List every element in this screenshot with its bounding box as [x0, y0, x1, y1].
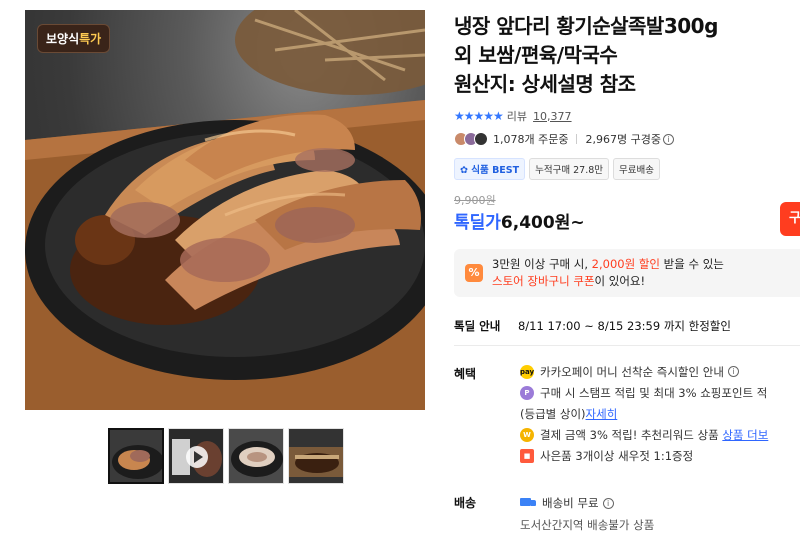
benefit-gift: ■ 사은품 3개이상 새우젓 1:1증정 — [520, 448, 768, 469]
info-icon[interactable]: i — [662, 133, 674, 145]
benefit-text: 결제 금액 3% 적립! 추천리워드 상품 — [540, 428, 719, 442]
reward-icon: W — [520, 428, 534, 442]
thumbnail-3[interactable] — [228, 428, 284, 484]
star-rating-icon: ★★★★★ — [454, 109, 504, 123]
badge-highlight: 특가 — [79, 32, 102, 46]
thumbnail-1-image — [110, 430, 162, 482]
deal-period: 8/11 17:00 ~ 8/15 23:59 까지 한정할인 — [517, 319, 731, 333]
coupon-banner[interactable]: % 3만원 이상 구매 시, 2,000원 할인 받을 수 있는 스토어 장바구… — [454, 249, 800, 297]
deal-price: 톡딜가6,400원~ — [454, 208, 585, 233]
tag-cumulative-sales: 누적구매 27.8만 — [529, 158, 609, 180]
more-products-link[interactable]: 상품 더보 — [722, 427, 768, 443]
deal-label: 톡딜 안내 — [454, 319, 501, 333]
original-price: 9,900원 — [454, 194, 496, 207]
product-title-line-2: 외 보쌈/편육/막국수 — [454, 43, 618, 67]
product-title-line-1: 냉장 앞다리 황기순살족발300g — [454, 14, 718, 38]
thumbnail-4-image — [289, 429, 343, 483]
benefits-list: pay 카카오페이 머니 선착순 즉시할인 안내 i P 구매 시 스탬프 적립… — [520, 364, 768, 469]
product-main-image[interactable]: 보양식특가 — [25, 10, 425, 410]
thumbnail-4[interactable] — [288, 428, 344, 484]
divider — [454, 345, 800, 346]
benefit-sub-row: (등급별 상이) 자세히 — [520, 406, 768, 427]
benefit-text: 사은품 3개이상 새우젓 1:1증정 — [540, 449, 694, 463]
details-link[interactable]: 자세히 — [586, 406, 618, 422]
thumbnail-1[interactable] — [108, 428, 164, 484]
shipping-label: 배송 — [454, 496, 477, 510]
gift-icon: ■ — [520, 449, 534, 463]
tag-label: 식품 BEST — [471, 165, 520, 176]
coupon-amount: 2,000원 할인 — [591, 257, 660, 271]
coupon-text: 이 있어요! — [594, 274, 646, 288]
info-icon[interactable]: i — [602, 497, 614, 509]
badge-text: 보양식 — [46, 32, 80, 46]
play-icon — [186, 446, 208, 468]
deal-info: 톡딜 안내 8/11 17:00 ~ 8/15 23:59 까지 한정할인 — [454, 318, 731, 334]
benefit-stamp-points: P 구매 시 스탬프 적립 및 최대 3% 쇼핑포인트 적 — [520, 385, 768, 406]
avatar — [474, 132, 488, 146]
price-value: 6,400원~ — [500, 213, 585, 233]
rating-row[interactable]: ★★★★★ 리뷰 10,377 — [454, 108, 572, 124]
shipping-fee: 배송비 무료 — [542, 496, 599, 510]
order-count: 1,078개 주문중 — [493, 133, 569, 146]
discount-percent-icon: % — [465, 264, 483, 282]
price-label: 톡딜가 — [454, 213, 501, 233]
thumbnail-3-image — [229, 429, 283, 483]
benefit-text: 카카오페이 머니 선착순 즉시할인 안내 — [540, 365, 724, 379]
product-origin: 원산지: 상세설명 참조 — [454, 72, 636, 96]
special-offer-badge: 보양식특가 — [37, 24, 111, 53]
shipping-note: 도서산간지역 배송불가 상품 — [520, 518, 655, 532]
tag-food-best[interactable]: ✿ 식품 BEST — [454, 158, 526, 180]
truck-icon — [520, 497, 537, 509]
benefits-label: 혜택 — [454, 367, 477, 381]
coupon-name: 스토어 장바구니 쿠폰 — [492, 274, 595, 288]
review-label: 리뷰 — [506, 110, 528, 123]
product-tags: ✿ 식품 BEST 누적구매 27.8만 무료배송 — [454, 158, 660, 180]
benefit-reward: W 결제 금액 3% 적립! 추천리워드 상품 상품 더보 — [520, 427, 768, 448]
viewer-count: 2,967명 구경중 — [585, 133, 661, 146]
benefit-kakaopay[interactable]: pay 카카오페이 머니 선착순 즉시할인 안내 i — [520, 364, 768, 385]
info-icon[interactable]: i — [727, 366, 739, 377]
shipping-info: 배송비 무료 i 도서산간지역 배송불가 상품 — [520, 493, 654, 533]
coupon-text: 받을 수 있는 — [659, 257, 724, 271]
thumbnail-strip — [108, 428, 344, 484]
pork-hock-illustration — [25, 10, 425, 410]
buyer-stats: 1,078개 주문중 2,967명 구경중 i — [454, 131, 674, 147]
benefit-sub-text: (등급별 상이) — [520, 407, 586, 421]
buyer-avatars — [454, 132, 488, 146]
product-title: 냉장 앞다리 황기순살족발300g 외 보쌈/편육/막국수 원산지: 상세설명 … — [454, 12, 800, 99]
review-count-link[interactable]: 10,377 — [533, 110, 572, 123]
pay-icon: pay — [520, 365, 534, 379]
coupon-text: 3만원 이상 구매 시, — [492, 257, 592, 271]
benefit-text: 구매 시 스탬프 적립 및 최대 3% 쇼핑포인트 적 — [540, 386, 768, 400]
tag-free-shipping: 무료배송 — [613, 158, 660, 180]
thumbnail-2-video[interactable] — [168, 428, 224, 484]
buy-button[interactable]: 구 — [780, 202, 800, 236]
point-icon: P — [520, 386, 534, 400]
